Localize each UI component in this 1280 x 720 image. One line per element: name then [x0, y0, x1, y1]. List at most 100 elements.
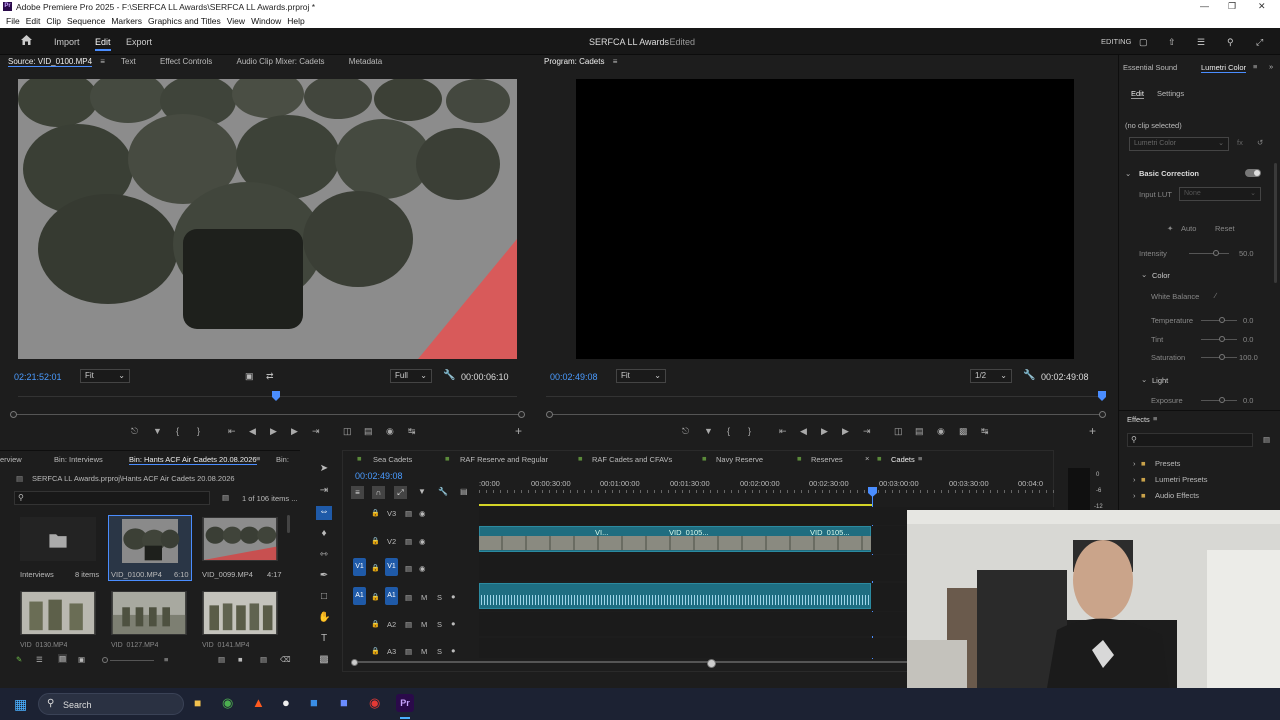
solo-button[interactable]: S: [437, 647, 442, 656]
timeline-tab-reserves[interactable]: Reserves: [811, 455, 843, 464]
panel-menu-icon[interactable]: ≡: [100, 57, 105, 66]
mark-in-icon[interactable]: {: [727, 426, 730, 436]
razor-tool-icon[interactable]: ♦: [318, 528, 330, 540]
nest-icon[interactable]: ≡: [351, 486, 364, 499]
fullscreen-icon[interactable]: ⤢: [1256, 37, 1263, 48]
exposure-knob[interactable]: [1219, 397, 1225, 403]
tab-metadata[interactable]: Metadata: [349, 57, 382, 66]
playhead-icon[interactable]: [868, 487, 877, 497]
camera-icon[interactable]: ◉: [386, 426, 394, 437]
close-icon[interactable]: ×: [865, 454, 869, 463]
reset-button[interactable]: Reset: [1215, 224, 1235, 233]
panel-menu-icon[interactable]: ≡: [1153, 414, 1157, 423]
microphone-icon[interactable]: ●: [451, 619, 456, 628]
menu-clip[interactable]: Clip: [46, 14, 61, 28]
menu-graphics[interactable]: Graphics and Titles: [148, 14, 221, 28]
tab-bin-interviews[interactable]: Bin: Interviews: [54, 455, 103, 464]
tab-text[interactable]: Text: [121, 57, 136, 66]
bin-item-vid0141[interactable]: [202, 591, 278, 635]
eye-icon[interactable]: ◉: [419, 509, 426, 518]
search-icon[interactable]: ⚲: [1227, 37, 1234, 48]
work-area-bar[interactable]: [479, 504, 872, 506]
linked-selection-icon[interactable]: ⤢: [394, 486, 407, 499]
marker-icon[interactable]: ▼: [153, 426, 162, 436]
mark-in-icon[interactable]: {: [176, 426, 179, 436]
program-scrollbar[interactable]: [549, 414, 1102, 415]
teams-icon[interactable]: ■: [340, 695, 348, 710]
automate-icon[interactable]: ▤: [218, 655, 225, 664]
lumetri-scrollbar[interactable]: [1274, 163, 1277, 283]
timeline-timecode[interactable]: 00:02:49:08: [355, 471, 403, 481]
scroll-start-handle[interactable]: [351, 659, 358, 666]
add-marker-icon[interactable]: ⎋: [131, 426, 138, 437]
bin-item-interviews[interactable]: [20, 517, 96, 561]
wrench-icon[interactable]: 🔧: [443, 370, 455, 381]
input-lut-select[interactable]: None ⌄: [1179, 187, 1261, 201]
menu-sequence[interactable]: Sequence: [67, 14, 105, 28]
sync-icon[interactable]: ▤: [405, 620, 412, 629]
tab-source[interactable]: Source: VID_0100.MP4: [8, 57, 93, 67]
program-resolution-select[interactable]: 1/2 ⌄: [970, 369, 1012, 383]
windows-start-icon[interactable]: ▦: [14, 696, 27, 713]
wrench-icon[interactable]: 🔧: [438, 487, 448, 496]
bin-item-vid0127[interactable]: [111, 591, 187, 635]
effects-item-audio-effects[interactable]: Audio Effects: [1155, 491, 1199, 500]
step-back-icon[interactable]: ◀: [800, 426, 807, 437]
outlook-icon[interactable]: ■: [310, 695, 318, 710]
captions-icon[interactable]: ▤: [460, 487, 468, 496]
solo-button[interactable]: S: [437, 620, 442, 629]
temperature-knob[interactable]: [1219, 317, 1225, 323]
tab-bin-more[interactable]: Bin:: [276, 455, 289, 464]
project-scrollbar[interactable]: [287, 515, 290, 533]
more-panels-icon[interactable]: »: [1269, 62, 1273, 71]
source-resolution-select[interactable]: Full ⌄: [390, 369, 432, 383]
menu-file[interactable]: File: [6, 14, 20, 28]
program-timecode[interactable]: 00:02:49:08: [550, 372, 598, 382]
project-search-input[interactable]: ⚲: [14, 491, 210, 505]
rectangle-tool-icon[interactable]: □: [318, 591, 330, 603]
reset-icon[interactable]: ↺: [1257, 138, 1263, 147]
minimize-icon[interactable]: —: [1200, 1, 1209, 11]
menu-edit[interactable]: Edit: [26, 14, 41, 28]
saturation-knob[interactable]: [1219, 354, 1225, 360]
chrome-icon[interactable]: ◉: [222, 695, 233, 711]
subtab-settings[interactable]: Settings: [1157, 89, 1184, 98]
trash-icon[interactable]: ⌫: [280, 655, 291, 664]
slip-tool-icon[interactable]: ⇿: [318, 549, 330, 561]
new-bin-icon[interactable]: ▤: [1263, 435, 1270, 444]
wrench-icon[interactable]: 🔧: [1023, 370, 1035, 381]
source-patch-v1[interactable]: V1: [353, 558, 366, 576]
lock-icon[interactable]: 🔒: [371, 509, 380, 517]
lock-icon[interactable]: 🔒: [371, 593, 380, 601]
snap-icon[interactable]: ∩: [372, 486, 385, 499]
panel-menu-icon[interactable]: ≡: [918, 454, 922, 463]
close-icon[interactable]: ✕: [1258, 1, 1266, 12]
basic-correction-toggle[interactable]: [1245, 169, 1261, 177]
chevron-right-icon[interactable]: ›: [1133, 491, 1136, 500]
play-icon[interactable]: ▶: [821, 426, 828, 437]
new-item-icon[interactable]: ▤: [260, 655, 267, 664]
button-editor-icon[interactable]: ↹: [408, 426, 416, 437]
temperature-value[interactable]: 0.0: [1243, 316, 1253, 325]
menu-window[interactable]: Window: [251, 14, 281, 28]
step-forward-icon[interactable]: ▶: [291, 426, 298, 437]
play-icon[interactable]: ▶: [270, 426, 277, 437]
caption-tool-icon[interactable]: ▩: [318, 654, 330, 666]
effects-item-presets[interactable]: Presets: [1155, 459, 1180, 468]
auto-icon[interactable]: ✦: [1167, 224, 1173, 233]
eye-icon[interactable]: ◉: [419, 564, 426, 573]
add-button-icon[interactable]: +: [515, 424, 522, 438]
bin-item-vid0130[interactable]: [20, 591, 96, 635]
app-icon[interactable]: ●: [282, 695, 290, 710]
timeline-scrollbar[interactable]: [353, 661, 909, 663]
tab-program[interactable]: Program: Cadets: [544, 57, 604, 66]
source-ruler[interactable]: [18, 396, 517, 397]
sync-icon[interactable]: ▤: [405, 509, 412, 518]
fx-icon[interactable]: fx: [1237, 138, 1243, 147]
auto-button[interactable]: Auto: [1181, 224, 1196, 233]
saturation-value[interactable]: 100.0: [1239, 353, 1258, 362]
brave-icon[interactable]: ▲: [252, 695, 265, 710]
eyedropper-icon[interactable]: ∕: [1215, 291, 1216, 300]
color-section-header[interactable]: Color: [1152, 271, 1170, 280]
add-marker-icon[interactable]: ▼: [418, 487, 426, 496]
